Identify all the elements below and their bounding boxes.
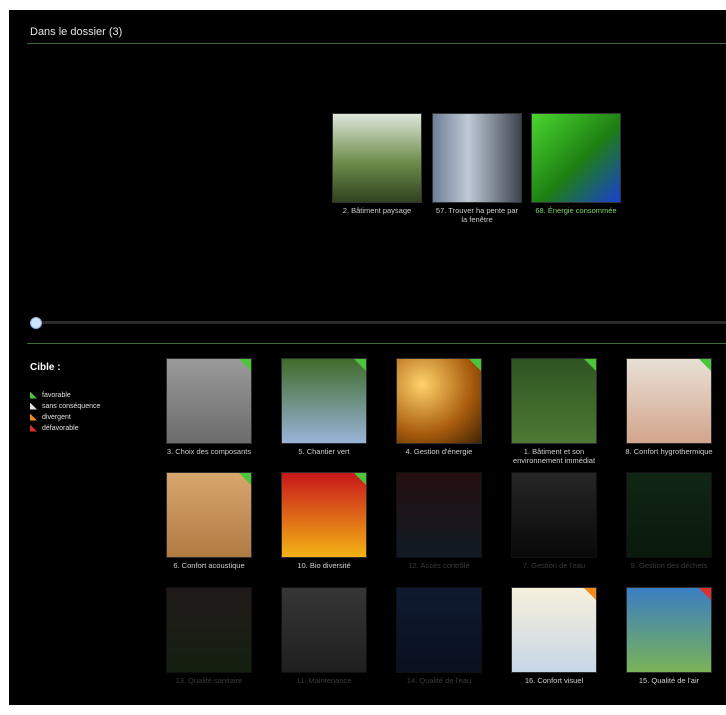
status-flag-icon	[354, 359, 366, 371]
target-item[interactable]: 1. Bâtiment et son environnement immédia…	[504, 358, 604, 465]
target-item[interactable]: 13. Qualité sanitaire	[159, 587, 259, 685]
target-item[interactable]: 14. Qualité de l'eau	[389, 587, 489, 685]
folder-item[interactable]: 2. Bâtiment paysage	[332, 113, 422, 215]
target-thumbnail[interactable]	[281, 587, 367, 673]
target-thumbnail[interactable]	[166, 587, 252, 673]
target-label: 1. Bâtiment et son environnement immédia…	[512, 447, 596, 465]
target-item[interactable]: 12. Accès contrôlé	[389, 472, 489, 570]
target-thumbnail[interactable]	[396, 358, 482, 444]
status-flag-icon	[239, 359, 251, 371]
target-thumbnail[interactable]	[626, 472, 712, 558]
target-thumbnail[interactable]	[166, 358, 252, 444]
legend-item: divergent	[30, 412, 100, 422]
legend-item-label: sans conséquence	[42, 402, 101, 410]
folder-item-label: 57. Trouver ha pente par la fenêtre	[435, 206, 519, 224]
legend-title: Cible :	[30, 362, 61, 373]
status-flag-icon	[699, 359, 711, 371]
status-flag-icon	[584, 588, 596, 600]
status-flag-icon	[699, 588, 711, 600]
target-label: 10. Bio diversité	[297, 561, 351, 570]
target-label: 9. Gestion des déchets	[630, 561, 708, 570]
status-flag-icon	[239, 473, 251, 485]
target-item[interactable]: 7. Gestion de l'eau	[504, 472, 604, 570]
folder-item-thumbnail[interactable]	[332, 113, 422, 203]
folder-item-label: 2. Bâtiment paysage	[342, 206, 412, 215]
target-label: 3. Choix des composants	[166, 447, 252, 456]
folder-item-label: 68. Énergie consommée	[535, 206, 617, 215]
target-thumbnail[interactable]	[281, 472, 367, 558]
target-label: 7. Gestion de l'eau	[522, 561, 586, 570]
target-thumbnail[interactable]	[511, 358, 597, 444]
folder-item-thumbnail[interactable]	[531, 113, 621, 203]
folder-item[interactable]: 68. Énergie consommée	[531, 113, 621, 215]
divider-mid	[27, 343, 726, 344]
target-item[interactable]: 4. Gestion d'énergie	[389, 358, 489, 456]
legend-swatch-icon	[30, 413, 37, 421]
status-flag-icon	[469, 359, 481, 371]
target-item[interactable]: 3. Choix des composants	[159, 358, 259, 456]
target-label: 5. Chantier vert	[298, 447, 350, 456]
target-thumbnail[interactable]	[626, 358, 712, 444]
slider-track[interactable]	[35, 321, 726, 324]
target-label: 14. Qualité de l'eau	[406, 676, 472, 685]
legend-swatch-icon	[30, 402, 37, 410]
target-item[interactable]: 9. Gestion des déchets	[619, 472, 719, 570]
target-item[interactable]: 8. Confort hygrothermique	[619, 358, 719, 456]
target-thumbnail[interactable]	[396, 587, 482, 673]
target-item[interactable]: 15. Qualité de l'air	[619, 587, 719, 685]
target-item[interactable]: 11. Maintenance	[274, 587, 374, 685]
legend-swatch-icon	[30, 391, 37, 399]
target-label: 8. Confort hygrothermique	[625, 447, 713, 456]
target-label: 15. Qualité de l'air	[638, 676, 700, 685]
target-item[interactable]: 10. Bio diversité	[274, 472, 374, 570]
target-label: 12. Accès contrôlé	[408, 561, 470, 570]
target-label: 16. Confort visuel	[524, 676, 584, 685]
divider-top	[27, 43, 726, 44]
target-label: 6. Confort acoustique	[173, 561, 245, 570]
status-flag-icon	[354, 473, 366, 485]
target-thumbnail[interactable]	[166, 472, 252, 558]
target-label: 4. Gestion d'énergie	[405, 447, 473, 456]
folder-title: Dans le dossier (3)	[30, 26, 123, 38]
legend-item-label: favorable	[42, 391, 71, 399]
target-item[interactable]: 16. Confort visuel	[504, 587, 604, 685]
target-item[interactable]: 6. Confort acoustique	[159, 472, 259, 570]
legend-swatch-icon	[30, 424, 37, 432]
legend-item: défavorable	[30, 423, 100, 433]
target-label: 11. Maintenance	[296, 676, 352, 685]
target-thumbnail[interactable]	[626, 587, 712, 673]
target-thumbnail[interactable]	[396, 472, 482, 558]
target-thumbnail[interactable]	[511, 587, 597, 673]
legend: favorable sans conséquence divergent défavo…	[30, 390, 100, 434]
target-thumbnail[interactable]	[281, 358, 367, 444]
folder-item-thumbnail[interactable]	[432, 113, 522, 203]
legend-item-label: divergent	[42, 413, 71, 421]
folder-item[interactable]: 57. Trouver ha pente par la fenêtre	[432, 113, 522, 224]
target-item[interactable]: 5. Chantier vert	[274, 358, 374, 456]
legend-item: favorable	[30, 390, 100, 400]
target-thumbnail[interactable]	[511, 472, 597, 558]
legend-item-label: défavorable	[42, 424, 79, 432]
legend-item: sans conséquence	[30, 401, 100, 411]
main-frame: Dans le dossier (3) 2. Bâtiment paysage 5…	[9, 10, 726, 705]
slider-handle[interactable]	[30, 317, 42, 329]
status-flag-icon	[584, 359, 596, 371]
target-label: 13. Qualité sanitaire	[175, 676, 243, 685]
